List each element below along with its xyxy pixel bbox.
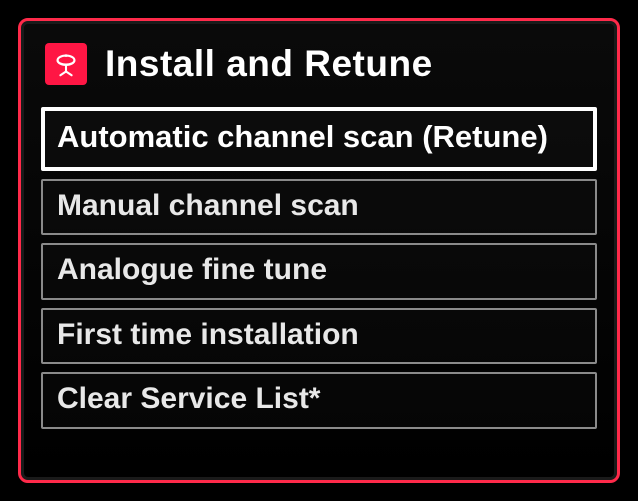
menu-item-label: Manual channel scan bbox=[57, 189, 359, 222]
menu-item-label: Automatic channel scan (Retune) bbox=[57, 119, 548, 154]
menu-item-label: Analogue fine tune bbox=[57, 253, 327, 286]
menu-item-label: First time installation bbox=[57, 318, 359, 351]
satellite-dish-icon bbox=[45, 43, 87, 85]
panel-title: Install and Retune bbox=[105, 43, 433, 85]
menu-item-manual-scan[interactable]: Manual channel scan bbox=[41, 179, 597, 236]
menu-item-analogue-fine-tune[interactable]: Analogue fine tune bbox=[41, 243, 597, 300]
menu-list: Automatic channel scan (Retune) Manual c… bbox=[41, 107, 597, 429]
install-retune-panel: Install and Retune Automatic channel sca… bbox=[18, 18, 620, 483]
menu-item-clear-service-list[interactable]: Clear Service List* bbox=[41, 372, 597, 429]
panel-header: Install and Retune bbox=[41, 39, 597, 103]
menu-item-auto-scan[interactable]: Automatic channel scan (Retune) bbox=[41, 107, 597, 171]
menu-item-first-time-installation[interactable]: First time installation bbox=[41, 308, 597, 365]
menu-item-label: Clear Service List* bbox=[57, 382, 320, 415]
